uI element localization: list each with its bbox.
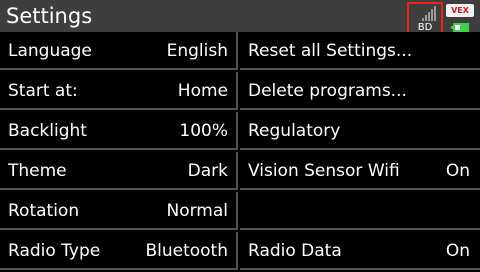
setting-language[interactable]: Language English (0, 32, 238, 70)
setting-label: Language (8, 41, 92, 61)
setting-value: On (445, 161, 470, 181)
setting-label: Radio Type (8, 241, 101, 261)
title-bar: Settings BD VEX (0, 0, 480, 38)
setting-label: Start at: (8, 81, 78, 101)
setting-label: Regulatory (248, 121, 341, 141)
signal-bars-icon (422, 6, 436, 21)
setting-regulatory[interactable]: Regulatory (240, 112, 480, 150)
setting-rotation[interactable]: Rotation Normal (0, 192, 238, 230)
setting-label: Vision Sensor Wifi (248, 161, 400, 181)
setting-value: English (166, 41, 228, 61)
setting-value: Bluetooth (145, 241, 228, 261)
setting-value: Home (177, 81, 228, 101)
setting-delete-programs[interactable]: Delete programs... (240, 72, 480, 110)
setting-value: 100% (179, 121, 228, 141)
setting-vision-sensor-wifi[interactable]: Vision Sensor Wifi On (240, 152, 480, 190)
battery-icon (451, 23, 469, 32)
setting-radio-type[interactable]: Radio Type Bluetooth (0, 232, 238, 270)
page-title: Settings (6, 4, 93, 28)
setting-label: Backlight (8, 121, 87, 141)
setting-radio-data[interactable]: Radio Data On (240, 232, 480, 270)
setting-backlight[interactable]: Backlight 100% (0, 112, 238, 150)
setting-label: Delete programs... (248, 81, 407, 101)
setting-label: Rotation (8, 201, 80, 221)
brain-screen: Settings BD VEX Language English Reset a… (0, 0, 480, 272)
setting-label: Radio Data (248, 241, 342, 261)
setting-empty-slot (240, 192, 480, 230)
setting-value: Dark (187, 161, 228, 181)
vex-logo: VEX (446, 4, 474, 17)
setting-label: Reset all Settings... (248, 41, 413, 61)
settings-grid: Language English Reset all Settings... S… (0, 32, 480, 272)
setting-theme[interactable]: Theme Dark (0, 152, 238, 190)
setting-label: Theme (8, 161, 67, 181)
setting-start-at[interactable]: Start at: Home (0, 72, 238, 110)
setting-value: Normal (166, 201, 228, 221)
setting-reset-all[interactable]: Reset all Settings... (240, 32, 480, 70)
setting-value: On (445, 241, 470, 261)
